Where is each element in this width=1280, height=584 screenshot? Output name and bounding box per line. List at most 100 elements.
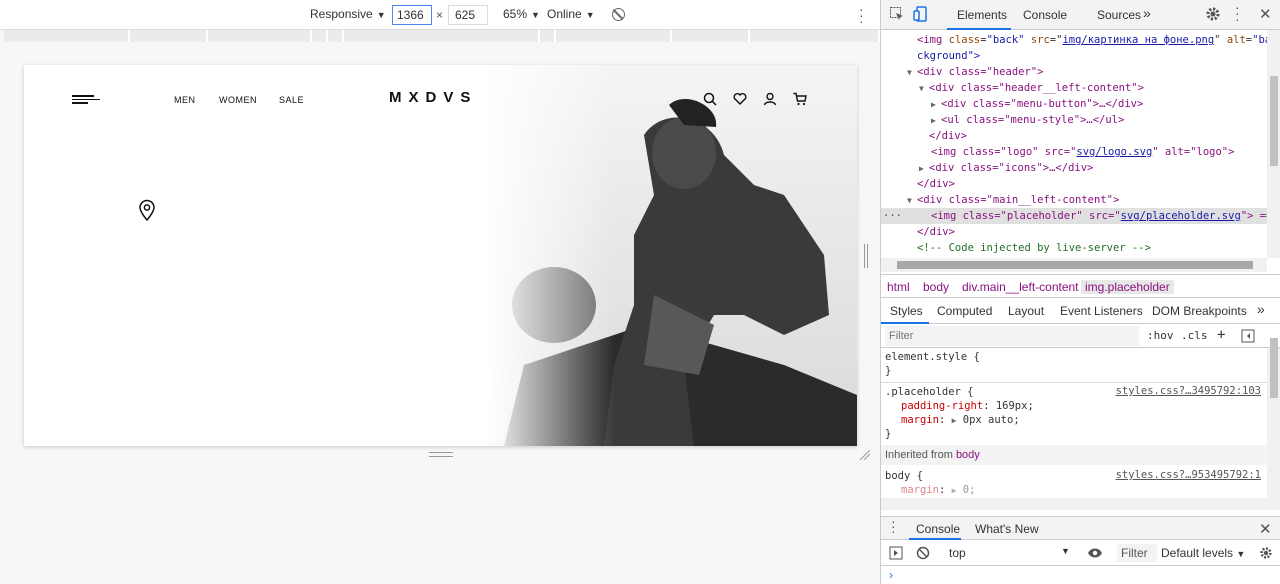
ruler-segment[interactable] xyxy=(328,30,344,42)
breadcrumb-html[interactable]: html xyxy=(887,280,910,294)
close-devtools-icon[interactable]: ✕ xyxy=(1259,5,1275,23)
search-icon[interactable] xyxy=(703,92,717,106)
breadcrumb-div[interactable]: div.main__left-content xyxy=(962,280,1079,294)
ruler-segment[interactable] xyxy=(208,30,312,42)
eye-icon[interactable] xyxy=(1087,547,1103,559)
disable-throttle-icon[interactable] xyxy=(612,8,625,21)
dom-node[interactable]: ▶ <div class="menu-button">…</div> xyxy=(881,96,1267,112)
ruler-segment[interactable] xyxy=(750,30,880,42)
show-sidebar-icon[interactable] xyxy=(889,546,903,560)
ruler-segment[interactable] xyxy=(672,30,750,42)
more-options-icon[interactable]: · · · xyxy=(859,2,864,28)
dom-node[interactable]: </div> xyxy=(881,224,1267,240)
ruler-segment[interactable] xyxy=(4,30,130,42)
dom-node[interactable]: <img class="back" src="img/картинка на ф… xyxy=(881,32,1267,48)
console-prompt[interactable]: › xyxy=(889,568,893,582)
ruler-segment[interactable] xyxy=(540,30,556,42)
devtools-panel: Elements Console Sources » · · · ✕ <img cl… xyxy=(880,0,1280,584)
class-toggle[interactable]: .cls xyxy=(1181,329,1208,342)
log-levels-select[interactable]: Default levels ▼ xyxy=(1161,546,1245,560)
hover-state-toggle[interactable]: :hov xyxy=(1147,329,1174,342)
device-toggle-icon[interactable] xyxy=(913,6,929,22)
tab-computed[interactable]: Computed xyxy=(937,304,992,318)
site-menu-button[interactable] xyxy=(72,95,100,105)
site-nav-women[interactable]: WOMEN xyxy=(219,95,257,105)
drawer-tab-whats-new[interactable]: What's New xyxy=(975,522,1039,536)
chevron-down-icon: ▼ xyxy=(531,10,540,20)
style-property[interactable]: margin: ▶ 0; xyxy=(901,483,975,497)
context-select[interactable]: top xyxy=(949,546,966,560)
body-rule-selector[interactable]: body { xyxy=(885,469,923,483)
site-logo[interactable]: MXDVS xyxy=(389,89,477,106)
ruler-segment[interactable] xyxy=(312,30,328,42)
console-settings-gear-icon[interactable] xyxy=(1259,546,1273,560)
breadcrumb-body[interactable]: body xyxy=(923,280,949,294)
dom-tree-scrollbar[interactable] xyxy=(1267,30,1280,258)
site-nav-men[interactable]: MEN xyxy=(174,95,196,105)
tab-styles[interactable]: Styles xyxy=(890,304,923,318)
dom-tree-hscrollbar[interactable] xyxy=(881,258,1267,272)
tab-sources[interactable]: Sources xyxy=(1097,8,1141,22)
ruler-segment[interactable] xyxy=(344,30,540,42)
dom-node[interactable]: </div> xyxy=(881,176,1267,192)
clear-console-icon[interactable] xyxy=(916,546,930,560)
styles-filter-row: :hov .cls + xyxy=(881,324,1280,348)
breadcrumb-img[interactable]: img.placeholder xyxy=(1081,280,1174,294)
device-mode-select[interactable]: Responsive ▼ xyxy=(310,7,386,21)
inspect-element-icon[interactable] xyxy=(889,6,905,22)
drawer-menu-icon[interactable]: · · · xyxy=(891,514,896,538)
style-source-link[interactable]: styles.css?…3495792:103 xyxy=(1116,385,1261,397)
cart-icon[interactable] xyxy=(793,92,807,106)
inherited-from-link[interactable]: body xyxy=(956,449,980,461)
styles-filter-input[interactable] xyxy=(885,326,1139,346)
dom-node[interactable]: ▼ <div class="main__left-content"> xyxy=(881,192,1267,208)
styles-hscrollbar[interactable] xyxy=(881,498,1280,510)
new-rule-button[interactable]: + xyxy=(1217,327,1225,343)
style-property[interactable]: padding-right: 169px; xyxy=(901,399,1034,413)
zoom-select[interactable]: 65% ▼ xyxy=(503,7,540,21)
tab-elements[interactable]: Elements xyxy=(957,8,1007,22)
ruler-segment[interactable] xyxy=(130,30,208,42)
style-property[interactable]: margin: ▶ 0px auto; xyxy=(901,413,1020,427)
chevron-down-icon[interactable]: ▼ xyxy=(1061,546,1070,556)
tab-dom-breakpoints[interactable]: DOM Breakpoints xyxy=(1152,304,1247,318)
viewport-width-input[interactable]: 1366 xyxy=(392,5,432,25)
dom-node-selected[interactable]: ··· <img class="placeholder" src="svg/pla… xyxy=(881,208,1267,224)
element-style-rule[interactable]: element.style { xyxy=(885,350,980,364)
console-filter-input[interactable]: Filter xyxy=(1117,544,1157,562)
resize-handle-right[interactable] xyxy=(864,244,868,268)
context-label: top xyxy=(949,546,966,560)
media-query-ruler[interactable] xyxy=(4,30,880,42)
viewport-height-input[interactable]: 625 xyxy=(448,5,488,25)
toggle-sidebar-icon[interactable] xyxy=(1241,329,1255,343)
heart-icon[interactable] xyxy=(733,92,747,106)
breadcrumb: html body div.main__left-content img.pla… xyxy=(881,274,1280,298)
network-throttle-select[interactable]: Online ▼ xyxy=(547,7,595,21)
tab-layout[interactable]: Layout xyxy=(1008,304,1044,318)
dom-node[interactable]: ▼ <div class="header"> xyxy=(881,64,1267,80)
close-drawer-icon[interactable]: ✕ xyxy=(1259,520,1272,538)
tab-console[interactable]: Console xyxy=(1023,8,1067,22)
devtools-menu-icon[interactable]: · · · xyxy=(1235,0,1251,26)
more-style-tabs-button[interactable]: » xyxy=(1257,301,1265,317)
drawer-tab-console[interactable]: Console xyxy=(916,522,960,536)
log-levels-label: Default levels xyxy=(1161,546,1234,560)
dom-node[interactable]: <img class="logo" src="svg/logo.svg" alt… xyxy=(881,144,1267,160)
style-source-link[interactable]: styles.css?…953495792:1 xyxy=(1116,469,1261,481)
site-nav-sale[interactable]: SALE xyxy=(279,95,304,105)
placeholder-rule-selector[interactable]: .placeholder { xyxy=(885,385,974,399)
dom-node[interactable]: </div> xyxy=(881,128,1267,144)
settings-gear-icon[interactable] xyxy=(1205,6,1221,22)
resize-handle-bottom[interactable] xyxy=(429,452,453,457)
resize-corner-icon[interactable] xyxy=(860,450,870,460)
tab-event-listeners[interactable]: Event Listeners xyxy=(1060,304,1143,318)
dom-node[interactable]: ▶ <ul class="menu-style">…</ul> xyxy=(881,112,1267,128)
chevron-down-icon: ▼ xyxy=(585,10,595,20)
styles-scrollbar[interactable] xyxy=(1267,338,1280,498)
ruler-segment[interactable] xyxy=(556,30,672,42)
more-tabs-button[interactable]: » xyxy=(1143,5,1151,21)
dom-node[interactable]: ▶ <div class="icons">…</div> xyxy=(881,160,1267,176)
user-icon[interactable] xyxy=(763,92,777,106)
dom-node[interactable]: ▼ <div class="header__left-content"> xyxy=(881,80,1267,96)
dom-comment[interactable]: <!-- Code injected by live-server --> xyxy=(881,240,1267,256)
